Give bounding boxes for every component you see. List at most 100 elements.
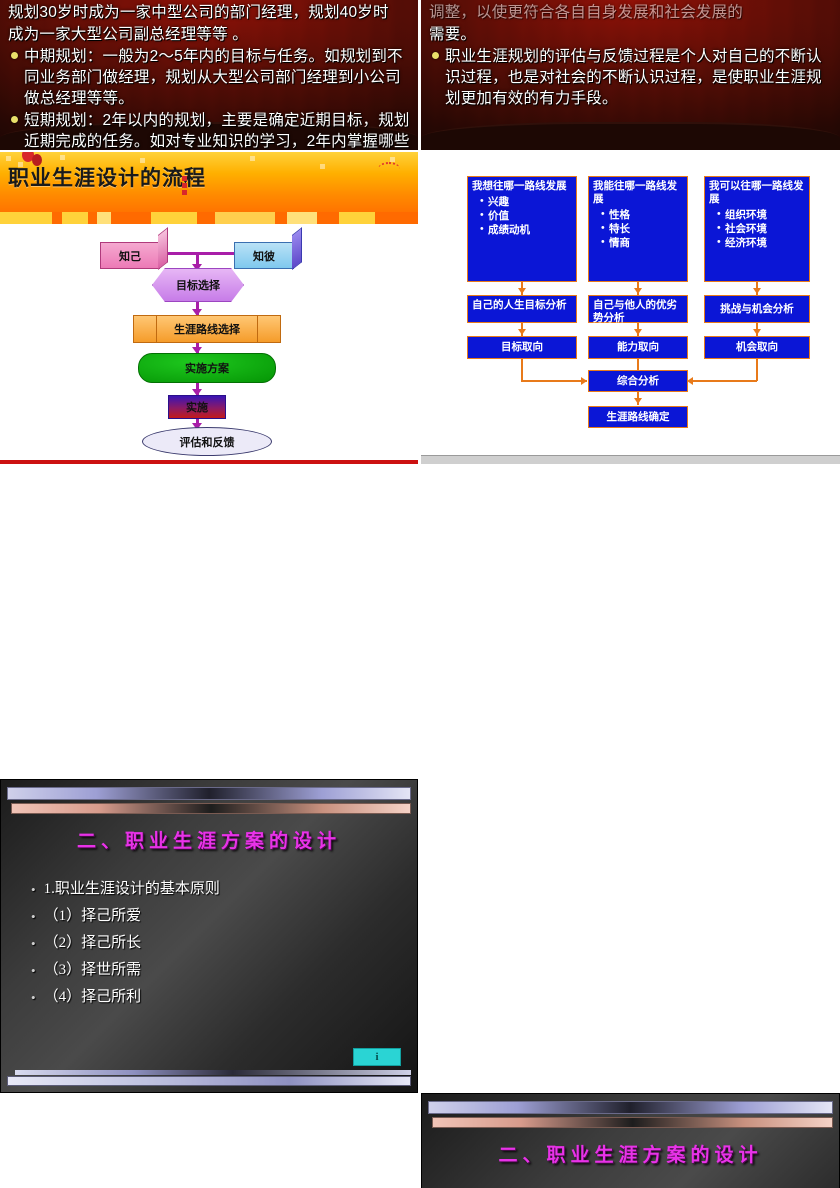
slide-career-scheme-principles[interactable]: 二、职业生涯方案的设计 • 1.职业生涯设计的基本原则 • （1）择己所爱 • （2）…	[0, 779, 418, 1093]
diagram-area: 我想往哪一路线发展 兴趣 价值 成绩动机 自己的人生目标分析 目标取向 我能往哪…	[429, 158, 832, 450]
list-item: • （2）择己所长	[31, 930, 401, 957]
arrow-head-icon	[634, 329, 642, 335]
arrow-head-icon	[518, 329, 526, 335]
arrow-head-icon	[518, 288, 526, 294]
matrix-orientation-box-3[interactable]: 机会取向	[704, 336, 810, 359]
continuation-line: 规划30岁时成为一家中型公司的部门经理，规划40岁时	[8, 4, 389, 21]
flow-node-route[interactable]: 生涯路线选择	[133, 315, 281, 343]
flow-node-other[interactable]: 知彼	[234, 242, 294, 269]
connector	[637, 359, 639, 370]
slide-title: 二、职业生涯方案的设计	[498, 1145, 763, 1166]
slide-title: 职业生涯设计的流程	[8, 167, 206, 190]
bullet-text: 职业生涯规划的评估与反馈过程是个人对自己的不断认识过程，也是对社会的不断认识过程…	[445, 48, 822, 107]
matrix-orientation-box-1[interactable]: 目标取向	[467, 336, 577, 359]
matrix-analysis-box-1[interactable]: 自己的人生目标分析	[467, 295, 577, 323]
box-title: 我想往哪一路线发展	[472, 181, 567, 192]
list-item: 价值	[480, 209, 572, 224]
decor-bar-top	[7, 787, 411, 800]
list-item: • （4）择己所利	[31, 984, 401, 1011]
info-icon: i	[375, 1051, 379, 1063]
list-item: 兴趣	[480, 195, 572, 210]
decorative-dots-icon	[182, 174, 187, 197]
list-item: • 1.职业生涯设计的基本原则	[31, 876, 401, 903]
list-item: • （1）择己所爱	[31, 903, 401, 930]
matrix-conclusion-box[interactable]: 生涯路线确定	[588, 406, 688, 428]
connector	[756, 359, 758, 381]
decor-bar-bottom-2	[7, 1076, 411, 1086]
matrix-header-box-1[interactable]: 我想往哪一路线发展 兴趣 价值 成绩动机	[467, 176, 577, 282]
box-title: 我可以往哪一路线发展	[709, 181, 804, 205]
continuation-line: 需要。	[429, 26, 477, 43]
bullet-text: 短期规划：2年以内的规划，主要是确定近期目标，规划近期完成的任务。如对专业知识的…	[24, 112, 410, 150]
slide-career-plan-horizons[interactable]: 规划30岁时成为一家中型公司的部门经理，规划40岁时 成为一家大型公司副总经理等…	[0, 0, 418, 150]
matrix-header-box-3[interactable]: 我可以往哪一路线发展 组织环境 社会环境 经济环境	[704, 176, 810, 282]
banner-stripe	[0, 212, 418, 224]
dotted-arc-icon	[378, 162, 400, 176]
stage-floor	[421, 122, 840, 150]
bullet-item: 职业生涯规划的评估与反馈过程是个人对自己的不断认识过程，也是对社会的不断认识过程…	[429, 46, 832, 109]
box-list: 兴趣 价值 成绩动机	[480, 195, 572, 238]
info-button[interactable]: i	[353, 1048, 401, 1066]
slide-contact-sheet: 规划30岁时成为一家中型公司的部门经理，规划40岁时 成为一家大型公司副总经理等…	[0, 0, 840, 1188]
list-item: 情商	[601, 236, 683, 251]
arrow-head-icon	[753, 329, 761, 335]
list-item: 组织环境	[717, 208, 805, 223]
flow-node-feedback[interactable]: 评估和反馈	[142, 427, 272, 456]
decor-bar-top	[428, 1101, 833, 1114]
bullet-text: 中期规划：一般为2～5年内的目标与任务。如规划到不同业务部门做经理，规划从大型公…	[24, 48, 403, 107]
continuation-line: 调整，以使更符合各自自身发展和社会发展的	[429, 4, 744, 21]
matrix-analysis-box-3[interactable]: 挑战与机会分析	[704, 295, 810, 323]
list-item: 社会环境	[717, 222, 805, 237]
bullet-list: • 1.职业生涯设计的基本原则 • （1）择己所爱 • （2）择己所长 • （3）择世所…	[31, 876, 401, 1011]
bullet-dot-icon: •	[31, 909, 36, 924]
flow-node-plan[interactable]: 实施方案	[138, 353, 276, 383]
box-list: 组织环境 社会环境 经济环境	[717, 208, 805, 251]
bullet-item: 短期规划：2年以内的规划，主要是确定近期目标，规划近期完成的任务。如对专业知识的…	[8, 110, 410, 150]
connector	[521, 380, 587, 382]
bullet-dot-icon	[432, 52, 439, 59]
list-item: 性格	[601, 208, 683, 223]
matrix-orientation-box-2[interactable]: 能力取向	[588, 336, 688, 359]
list-item: 成绩动机	[480, 223, 572, 238]
flow-node-implement[interactable]: 实施	[168, 395, 226, 419]
slide-career-plan-evaluation[interactable]: 调整，以使更符合各自自身发展和社会发展的 需要。 职业生涯规划的评估与反馈过程是…	[421, 0, 840, 150]
bottom-grey-bar	[421, 455, 840, 464]
slide-career-orientation-matrix[interactable]: 我想往哪一路线发展 兴趣 价值 成绩动机 自己的人生目标分析 目标取向 我能往哪…	[421, 152, 840, 464]
orange-banner: 职业生涯设计的流程	[0, 152, 418, 212]
bullet-dot-icon: •	[31, 963, 36, 978]
bullet-dot-icon	[11, 116, 18, 123]
decor-bar-top-2	[11, 803, 411, 814]
list-item: 经济环境	[717, 236, 805, 251]
slide-title: 二、职业生涯方案的设计	[76, 831, 341, 852]
bullet-dot-icon	[11, 52, 18, 59]
connector	[521, 359, 523, 381]
matrix-synthesis-box[interactable]: 综合分析	[588, 370, 688, 392]
list-item-label: （3）择世所需	[43, 962, 142, 978]
box-title: 我能往哪一路线发展	[593, 181, 677, 205]
box-list: 性格 特长 情商	[601, 208, 683, 251]
connector	[691, 380, 757, 382]
list-item-label: （1）择己所爱	[43, 908, 142, 924]
column-gutter	[418, 0, 421, 1188]
matrix-header-box-2[interactable]: 我能往哪一路线发展 性格 特长 情商	[588, 176, 688, 282]
decor-bar-bottom	[15, 1070, 411, 1075]
list-item: • （3）择世所需	[31, 957, 401, 984]
list-item: 特长	[601, 222, 683, 237]
list-item-label: 1.职业生涯设计的基本原则	[43, 881, 220, 897]
decor-bar-top-2	[432, 1117, 833, 1128]
flow-node-self[interactable]: 知己	[100, 242, 160, 269]
list-item-label: （2）择己所长	[43, 935, 142, 951]
slide-career-scheme-methods[interactable]: 二、职业生涯方案的设计 •2. 职业生涯方案设计的方法 •（1）SWOT分析法 …	[421, 1093, 840, 1188]
flow-diagram: 知己 知彼 目标选择 生涯路线选择 实施方案 实施 评估和反馈	[0, 224, 418, 460]
bottom-red-bar	[0, 460, 418, 464]
bullet-item: 中期规划：一般为2～5年内的目标与任务。如规划到不同业务部门做经理，规划从大型公…	[8, 46, 410, 109]
bullet-dot-icon: •	[31, 882, 36, 897]
arrow-head-left-icon	[687, 377, 693, 385]
bullet-dot-icon: •	[31, 990, 36, 1005]
continuation-line: 成为一家大型公司副总经理等等 。	[8, 26, 249, 43]
slide-career-design-flow[interactable]: 职业生涯设计的流程 知己 知彼 目标选择 生涯路线选择 实施方案 实施 评估和反…	[0, 152, 418, 464]
matrix-analysis-box-2[interactable]: 自己与他人的优劣势分析	[588, 295, 688, 324]
arrow-head-icon	[634, 398, 642, 404]
flow-node-goal[interactable]: 目标选择	[152, 268, 244, 302]
list-item-label: （4）择己所利	[43, 989, 142, 1005]
